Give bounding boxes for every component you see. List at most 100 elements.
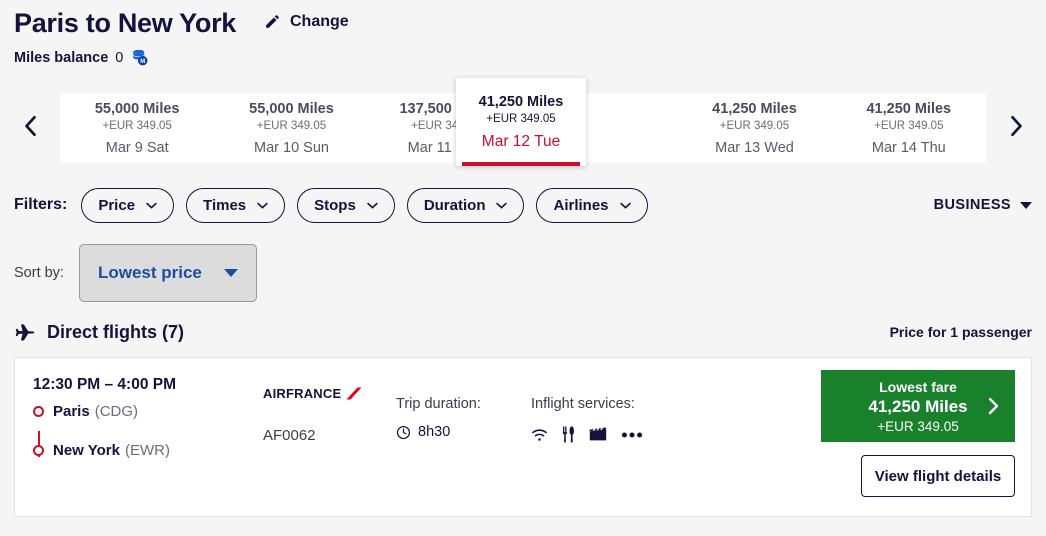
miles-balance-value: 0 — [115, 49, 124, 66]
date-price: +EUR 349.05 — [486, 112, 556, 125]
caret-down-icon — [1020, 201, 1032, 209]
miles-coins-icon: M — [130, 48, 149, 67]
meal-icon — [562, 426, 575, 443]
results-section-header: Direct flights (7) Price for 1 passenger — [0, 317, 1046, 347]
flight-duration-column: Trip duration: 8h30 — [390, 358, 525, 516]
fare-price: +EUR 349.05 — [877, 418, 959, 434]
flight-origin: Paris (CDG) — [33, 403, 255, 420]
date-cell[interactable]: 55,000 Miles +EUR 349.05 Mar 10 Sun — [214, 93, 368, 163]
filter-chip-stops[interactable]: Stops — [297, 187, 395, 223]
filter-chip-times[interactable]: Times — [186, 187, 286, 223]
date-cell[interactable]: 41,250 Miles +EUR 349.05 Mar 14 Thu — [832, 93, 986, 163]
filter-chip-label: Price — [98, 196, 136, 214]
filter-chip-price[interactable]: Price — [81, 187, 175, 223]
route-row: Paris to New York Change — [14, 8, 1046, 39]
flight-result-card[interactable]: 12:30 PM – 4:00 PM Paris (CDG) New York … — [14, 357, 1032, 517]
results-section-title: Direct flights (7) — [47, 321, 185, 342]
chevron-right-icon — [1007, 113, 1026, 144]
origin-code: (CDG) — [94, 403, 139, 420]
change-route-button[interactable]: Change — [264, 13, 349, 31]
view-flight-details-button[interactable]: View flight details — [861, 455, 1015, 497]
flight-destination: New York (EWR) — [33, 442, 255, 459]
flight-airline-column: AIRFRANCE AF0062 — [255, 358, 390, 516]
flight-number: AF0062 — [263, 427, 316, 444]
airline-logo: AIRFRANCE — [263, 386, 390, 401]
sort-by-value: Lowest price — [97, 263, 202, 282]
pencil-icon — [264, 13, 281, 30]
duration-value: 8h30 — [418, 424, 451, 440]
date-price: +EUR 349.05 — [719, 119, 790, 132]
filter-chip-label: Duration — [423, 196, 486, 214]
filter-chip-duration[interactable]: Duration — [406, 187, 525, 223]
date-day: Mar 9 Sat — [105, 139, 169, 156]
selected-underline — [462, 162, 580, 166]
fare-miles: 41,250 Miles — [868, 396, 968, 416]
change-label: Change — [290, 12, 349, 30]
filters-row: Filters: Price Times Stops Duration Airl… — [0, 185, 1046, 225]
fare-tag: Lowest fare — [879, 378, 957, 395]
duration-value-row: 8h30 — [396, 424, 525, 440]
date-day: Mar 12 Tue — [481, 132, 561, 150]
sort-row: Sort by: Lowest price — [0, 243, 1046, 303]
chevron-right-icon — [988, 397, 999, 415]
plane-icon — [14, 321, 47, 343]
date-miles: 41,250 Miles — [866, 100, 952, 117]
date-carousel: 55,000 Miles +EUR 349.05 Mar 9 Sat 55,00… — [0, 78, 1046, 167]
origin-city: Paris — [53, 403, 90, 420]
cabin-class-label: BUSINESS — [933, 197, 1011, 213]
clock-icon — [396, 425, 411, 440]
filter-chip-label: Airlines — [553, 196, 609, 214]
date-day: Mar 10 Sun — [254, 139, 329, 156]
date-price: +EUR 349.05 — [102, 119, 172, 132]
airfrance-slash-icon — [346, 387, 362, 400]
miles-balance-row: Miles balance 0 M — [14, 48, 1046, 67]
view-flight-details-label: View flight details — [874, 467, 1002, 485]
page-title: Paris to New York — [14, 8, 236, 38]
sort-by-select[interactable]: Lowest price — [78, 244, 257, 302]
sort-by-label: Sort by: — [14, 265, 64, 281]
chevron-down-icon — [146, 202, 157, 209]
date-cell-selected[interactable]: 41,250 Miles +EUR 349.05 Mar 12 Tue — [456, 78, 586, 166]
filters-label: Filters: — [14, 196, 68, 213]
date-price: +EUR 349.05 — [256, 119, 327, 132]
date-price: +EUR 349.05 — [874, 119, 944, 132]
chevron-down-icon — [367, 202, 378, 209]
caret-down-icon — [223, 269, 238, 277]
origin-dot-icon — [33, 406, 44, 417]
date-miles: 55,000 Miles — [94, 100, 180, 117]
svg-text:M: M — [141, 59, 146, 65]
destination-code: (EWR) — [124, 442, 170, 459]
flight-times: 12:30 PM – 4:00 PM — [33, 376, 177, 393]
chevron-down-icon — [257, 202, 268, 209]
page-header: Paris to New York Change Miles balance 0… — [0, 0, 1046, 67]
date-cell[interactable]: 41,250 Miles +EUR 349.05 Mar 13 Wed — [677, 93, 831, 163]
date-miles: 41,250 Miles — [478, 93, 564, 110]
date-day: Mar 14 Thu — [871, 139, 946, 156]
entertainment-icon — [589, 427, 607, 442]
more-icon[interactable] — [621, 431, 643, 439]
filter-chip-airlines[interactable]: Airlines — [536, 187, 648, 223]
date-miles: 55,000 Miles — [249, 100, 334, 117]
carousel-prev-button[interactable] — [0, 113, 60, 144]
filter-chip-label: Times — [203, 196, 247, 214]
airline-name: AIRFRANCE — [263, 386, 342, 401]
services-label: Inflight services: — [531, 396, 635, 412]
date-cell[interactable]: 55,000 Miles +EUR 349.05 Mar 9 Sat — [60, 93, 214, 163]
passenger-price-note: Price for 1 passenger — [889, 324, 1032, 340]
filter-chip-label: Stops — [314, 196, 356, 214]
select-fare-button[interactable]: Lowest fare 41,250 Miles +EUR 349.05 — [821, 370, 1015, 442]
chevron-down-icon — [496, 202, 508, 209]
duration-label: Trip duration: — [396, 396, 481, 412]
wifi-icon — [531, 428, 548, 442]
service-icons-row — [531, 426, 695, 443]
destination-city: New York — [53, 442, 120, 459]
chevron-left-icon — [21, 113, 40, 144]
carousel-next-button[interactable] — [986, 113, 1046, 144]
flight-actions-column: Lowest fare 41,250 Miles +EUR 349.05 Vie… — [821, 358, 1031, 516]
miles-balance-label: Miles balance — [14, 49, 109, 66]
carousel-strip: 55,000 Miles +EUR 349.05 Mar 9 Sat 55,00… — [60, 78, 986, 166]
date-miles: 41,250 Miles — [712, 100, 797, 117]
cabin-class-select[interactable]: BUSINESS — [934, 197, 1032, 213]
flight-services-column: Inflight services: — [525, 358, 695, 516]
chevron-down-icon — [619, 202, 631, 209]
